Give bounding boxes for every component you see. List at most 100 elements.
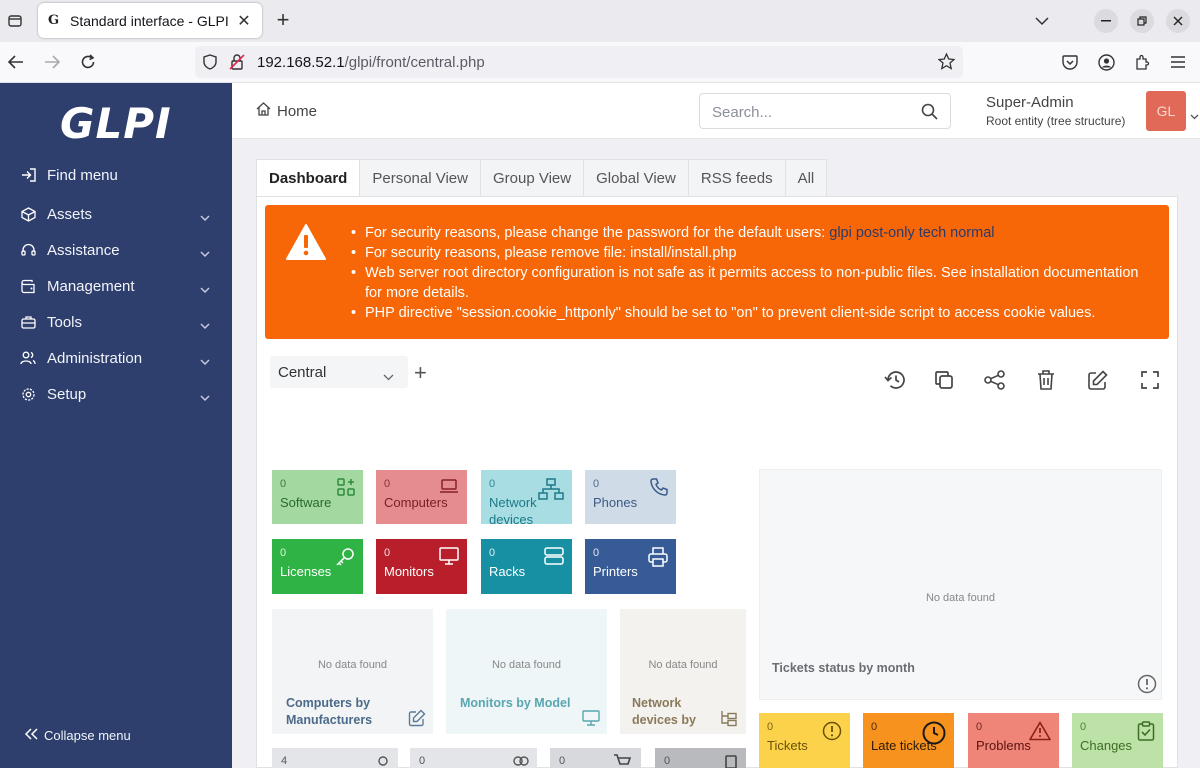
changes-card[interactable]: 0 Changes [1072, 713, 1163, 768]
sidebar-item-label: Tools [47, 313, 83, 331]
phones-card[interactable]: 0 Phones [585, 470, 676, 524]
tab-global-view[interactable]: Global View [584, 159, 689, 197]
insecure-lock-icon[interactable] [229, 53, 245, 74]
search-icon[interactable] [921, 103, 938, 123]
sidebar-item-find-menu[interactable]: Find menu [0, 157, 232, 193]
tab-all[interactable]: All [785, 159, 828, 197]
close-window-icon[interactable] [1166, 9, 1190, 33]
card-count: 0 [280, 547, 287, 559]
close-tab-icon[interactable]: ✕ [236, 11, 252, 31]
dashboard-select[interactable]: Central [270, 356, 408, 388]
list-all-tabs-icon[interactable] [1030, 9, 1054, 33]
edit-icon [408, 709, 426, 730]
fullscreen-icon[interactable] [1138, 368, 1162, 392]
tickets-card[interactable]: 0 Tickets [759, 713, 850, 768]
address-bar[interactable]: 192.168.52.1/glpi/front/central.php [195, 46, 963, 78]
monitors-card[interactable]: 0 Monitors [376, 539, 467, 594]
collapse-menu-button[interactable]: Collapse menu [24, 728, 131, 743]
sidebar-item-assets[interactable]: Assets [0, 196, 232, 232]
card-count: 0 [489, 478, 496, 490]
reload-icon[interactable] [76, 50, 100, 74]
hamburger-menu-icon[interactable] [1166, 50, 1190, 74]
breadcrumb-home[interactable]: Home [277, 103, 317, 120]
history-icon[interactable] [883, 368, 907, 392]
chevron-down-icon [383, 368, 394, 384]
card-label: Phones [593, 495, 638, 510]
racks-card[interactable]: 0 Racks [481, 539, 572, 594]
bottom-tile[interactable]: 0 [410, 748, 537, 768]
late-tickets-card[interactable]: 0 Late tickets [863, 713, 954, 768]
sidebar-item-management[interactable]: Management [0, 268, 232, 304]
tab-group-view[interactable]: Group View [480, 159, 585, 197]
bookmark-star-icon[interactable] [937, 52, 956, 73]
glpi-favicon-icon: G [48, 13, 60, 28]
card-count: 0 [384, 478, 391, 490]
breadcrumb[interactable]: Home [256, 102, 317, 120]
info-circle-icon[interactable] [1137, 674, 1157, 697]
share-icon[interactable] [983, 368, 1007, 392]
computers-card[interactable]: 0 Computers [376, 470, 467, 524]
sidebar-item-setup[interactable]: Setup [0, 376, 232, 412]
sidebar-item-assistance[interactable]: Assistance [0, 232, 232, 268]
user-entity[interactable]: Root entity (tree structure) [986, 114, 1125, 128]
default-users-link[interactable]: glpi post-only tech normal [829, 225, 994, 241]
server-icon [544, 547, 564, 568]
edit-icon[interactable] [1086, 368, 1110, 392]
clone-icon[interactable] [932, 368, 956, 392]
pocket-icon[interactable] [1058, 50, 1082, 74]
new-tab-button[interactable]: + [272, 9, 294, 31]
search-input[interactable]: Search... [699, 93, 951, 129]
printer-icon [648, 547, 668, 570]
no-data-text: No data found [648, 659, 718, 671]
shield-icon[interactable] [203, 54, 217, 73]
avatar[interactable]: GL [1146, 91, 1186, 131]
trash-icon[interactable] [1034, 368, 1058, 392]
chevron-down-icon[interactable] [1190, 107, 1199, 123]
extensions-icon[interactable] [1130, 50, 1154, 74]
tile-count: 4 [281, 755, 288, 767]
minimize-icon[interactable] [1094, 9, 1118, 33]
sidebar-item-administration[interactable]: Administration [0, 340, 232, 376]
sidebar-item-label: Administration [47, 349, 143, 367]
restore-icon[interactable] [1130, 9, 1154, 33]
tile-count: 0 [419, 755, 426, 767]
monitors-by-model-widget[interactable]: No data found Monitors by Model [446, 609, 607, 734]
card-count: 0 [1080, 721, 1087, 733]
url-text[interactable]: 192.168.52.1/glpi/front/central.php [257, 54, 485, 71]
alert-text: PHP directive "session.cookie_httponly" … [365, 305, 1096, 321]
licenses-card[interactable]: 0 Licenses [272, 539, 363, 594]
forward-arrow-icon[interactable] [40, 50, 64, 74]
problems-card[interactable]: 0 Problems [968, 713, 1059, 768]
browser-tab[interactable]: G Standard interface - GLPI ✕ [38, 3, 262, 38]
tab-list-icon[interactable] [4, 10, 26, 32]
card-label: Racks [489, 564, 526, 579]
phone-icon [650, 478, 668, 499]
monitor-icon [439, 547, 459, 568]
network-devices-widget[interactable]: No data found Network devices by [620, 609, 746, 734]
widget-title: Network devices by [632, 696, 696, 727]
user-name[interactable]: Super-Admin [986, 94, 1074, 111]
gear-icon [20, 386, 36, 402]
bottom-tile[interactable]: 0 [655, 748, 746, 768]
tab-rss-feeds[interactable]: RSS feeds [688, 159, 786, 197]
computers-by-manufacturers-widget[interactable]: No data found Computers by Manufacturers [272, 609, 433, 734]
chevron-down-icon [200, 244, 210, 261]
back-arrow-icon[interactable] [4, 50, 28, 74]
software-card[interactable]: 0 Software [272, 470, 363, 524]
warning-triangle-icon [285, 223, 327, 264]
tile-count: 0 [559, 755, 566, 767]
network-devices-card[interactable]: 0 Network devices [481, 470, 572, 527]
tab-dashboard[interactable]: Dashboard [256, 159, 361, 197]
sidebar-item-label: Find menu [47, 166, 118, 184]
tab-personal-view[interactable]: Personal View [360, 159, 481, 197]
glpi-logo[interactable]: GLPI [60, 99, 172, 148]
sidebar-item-tools[interactable]: Tools [0, 304, 232, 340]
tickets-status-by-month-widget[interactable]: No data found Tickets status by month [759, 469, 1162, 700]
printers-card[interactable]: 0 Printers [585, 539, 676, 594]
add-dashboard-button[interactable]: + [414, 360, 427, 386]
account-icon[interactable] [1094, 50, 1118, 74]
card-count: 0 [384, 547, 391, 559]
bottom-tile[interactable]: 0 [550, 748, 641, 768]
clock-icon [922, 721, 946, 748]
bottom-tile[interactable]: 4 [272, 748, 398, 768]
